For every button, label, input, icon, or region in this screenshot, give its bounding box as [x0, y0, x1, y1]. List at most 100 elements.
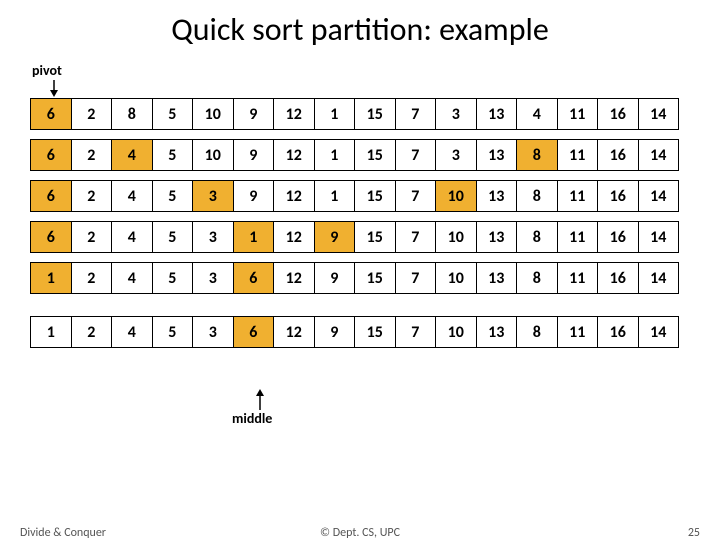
- array-cell: 11: [557, 222, 598, 253]
- array-cell: 7: [395, 263, 436, 294]
- array-cell: 8: [517, 317, 558, 348]
- arrow-up-icon: [254, 388, 266, 410]
- array-cell: 10: [436, 263, 477, 294]
- array-cell: 9: [233, 181, 274, 212]
- array-cell: 7: [395, 99, 436, 130]
- array-cell: 16: [598, 317, 639, 348]
- array-cell: 10: [436, 181, 477, 212]
- array-cell: 8: [517, 222, 558, 253]
- array-cell: 13: [476, 263, 517, 294]
- array-cell: 11: [557, 140, 598, 171]
- array-cell: 3: [436, 99, 477, 130]
- array-cell: 2: [71, 181, 112, 212]
- array-cell: 4: [112, 140, 153, 171]
- array-cell: 2: [71, 222, 112, 253]
- array-cell: 1: [31, 317, 72, 348]
- array-row: 62453912115710138111614: [30, 180, 679, 212]
- array-cell: 12: [274, 317, 315, 348]
- array-row: 12453612915710138111614: [30, 262, 679, 294]
- array-cell: 11: [557, 317, 598, 348]
- array-cell: 4: [112, 181, 153, 212]
- array-cell: 14: [638, 317, 679, 348]
- array-cell: 9: [233, 99, 274, 130]
- array-cell: 16: [598, 222, 639, 253]
- array-cell: 5: [152, 263, 193, 294]
- array-cell: 9: [233, 140, 274, 171]
- array-cell: 10: [436, 222, 477, 253]
- middle-label: middle: [232, 410, 272, 427]
- array-cell: 8: [112, 99, 153, 130]
- array-cell: 3: [193, 222, 234, 253]
- array-cell: 5: [152, 222, 193, 253]
- array-cell: 1: [314, 140, 355, 171]
- array-row: 62453112915710138111614: [30, 221, 679, 253]
- array-cell: 9: [314, 317, 355, 348]
- array-cell: 6: [31, 222, 72, 253]
- array-cell: 2: [71, 317, 112, 348]
- array-cell: 2: [71, 99, 112, 130]
- array-cell: 15: [355, 140, 396, 171]
- pivot-label: pivot: [32, 62, 62, 79]
- array-cell: 3: [193, 181, 234, 212]
- array-cell: 7: [395, 222, 436, 253]
- array-cell: 13: [476, 317, 517, 348]
- array-cell: 6: [31, 181, 72, 212]
- array-cell: 14: [638, 140, 679, 171]
- array-cell: 10: [436, 317, 477, 348]
- array-cell: 11: [557, 181, 598, 212]
- array-cell: 14: [638, 99, 679, 130]
- array-cell: 15: [355, 99, 396, 130]
- array-row: 62451091211573138111614: [30, 139, 679, 171]
- array-cell: 8: [517, 263, 558, 294]
- array-cell: 15: [355, 181, 396, 212]
- array-cell: 9: [314, 263, 355, 294]
- array-cell: 8: [517, 181, 558, 212]
- array-cell: 1: [314, 181, 355, 212]
- array-cell: 3: [436, 140, 477, 171]
- array-cell: 1: [233, 222, 274, 253]
- array-cell: 7: [395, 181, 436, 212]
- array-cell: 16: [598, 263, 639, 294]
- array-cell: 15: [355, 263, 396, 294]
- array-cell: 8: [517, 140, 558, 171]
- array-cell: 4: [112, 222, 153, 253]
- array-cell: 7: [395, 140, 436, 171]
- array-cell: 9: [314, 222, 355, 253]
- array-cell: 4: [112, 317, 153, 348]
- array-cell: 5: [152, 317, 193, 348]
- array-cell: 16: [598, 181, 639, 212]
- array-cell: 14: [638, 263, 679, 294]
- arrow-down-icon: [48, 80, 60, 98]
- array-cell: 1: [31, 263, 72, 294]
- array-cell: 12: [274, 99, 315, 130]
- array-cell: 10: [193, 140, 234, 171]
- array-cell: 6: [31, 99, 72, 130]
- array-cell: 14: [638, 181, 679, 212]
- array-cell: 16: [598, 99, 639, 130]
- array-cell: 12: [274, 181, 315, 212]
- array-cell: 15: [355, 317, 396, 348]
- footer-right: 25: [688, 526, 700, 540]
- array-cell: 2: [71, 263, 112, 294]
- array-cell: 15: [355, 222, 396, 253]
- array-cell: 3: [193, 317, 234, 348]
- array-cell: 1: [314, 99, 355, 130]
- array-cell: 4: [112, 263, 153, 294]
- array-cell: 6: [31, 140, 72, 171]
- footer-center: © Dept. CS, UPC: [0, 526, 720, 540]
- array-cell: 5: [152, 99, 193, 130]
- array-row: 12453612915710138111614: [30, 316, 679, 348]
- array-cell: 3: [193, 263, 234, 294]
- array-cell: 6: [233, 317, 274, 348]
- array-cell: 11: [557, 263, 598, 294]
- array-cell: 13: [476, 222, 517, 253]
- array-cell: 14: [638, 222, 679, 253]
- array-cell: 13: [476, 181, 517, 212]
- array-cell: 12: [274, 140, 315, 171]
- array-cell: 11: [557, 99, 598, 130]
- array-cell: 13: [476, 140, 517, 171]
- array-cell: 2: [71, 140, 112, 171]
- partition-trace: 6285109121157313411161462451091211573138…: [30, 98, 679, 357]
- array-cell: 5: [152, 181, 193, 212]
- array-cell: 6: [233, 263, 274, 294]
